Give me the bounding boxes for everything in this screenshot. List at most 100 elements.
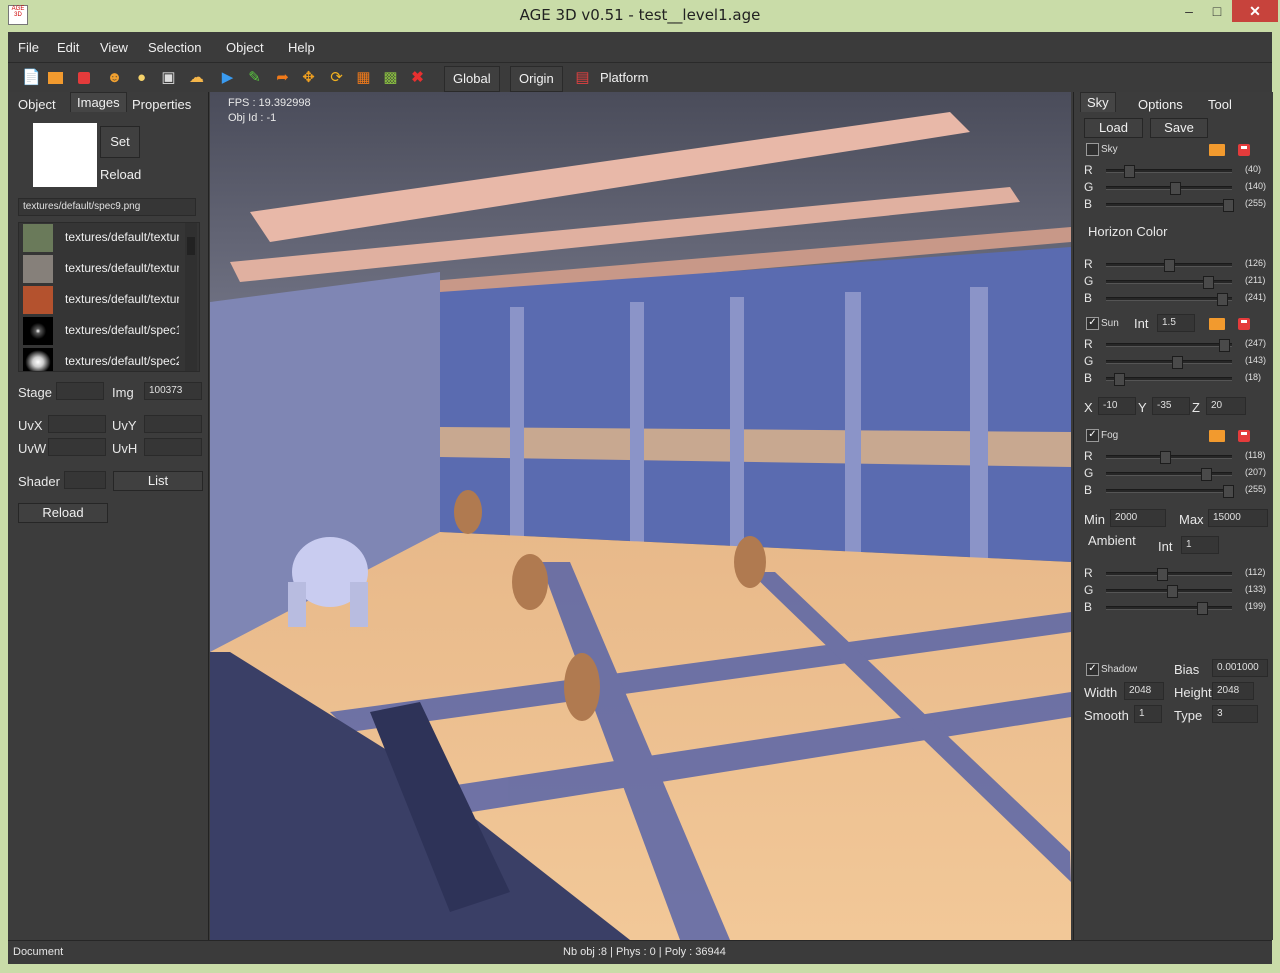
texture-list[interactable]: textures/default/texture_1 textures/defa… (18, 222, 200, 372)
bias-field[interactable]: 0.001000 (1212, 659, 1268, 677)
scale-icon[interactable]: ▦ (355, 69, 372, 86)
select-arrow-icon[interactable]: ➦ (274, 69, 291, 86)
horizon-r-slider[interactable] (1106, 259, 1232, 272)
sun-r-slider[interactable] (1106, 339, 1232, 352)
ambient-b-slider[interactable] (1106, 602, 1232, 615)
tab-tool[interactable]: Tool (1202, 95, 1238, 114)
play-icon[interactable]: ▶ (219, 69, 236, 86)
fog-b-slider[interactable] (1106, 485, 1234, 498)
goblin-character[interactable] (512, 554, 548, 610)
goblin-character[interactable] (734, 536, 766, 588)
slider-handle[interactable] (1167, 585, 1178, 598)
slider-handle[interactable] (1157, 568, 1168, 581)
slider-handle[interactable] (1203, 276, 1214, 289)
tab-sky[interactable]: Sky (1080, 92, 1116, 112)
uvy-field[interactable] (144, 415, 202, 433)
sun-save-icon[interactable] (1238, 318, 1250, 330)
menu-object[interactable]: Object (226, 40, 264, 55)
save-icon[interactable] (75, 69, 92, 86)
save-button[interactable]: Save (1150, 118, 1208, 138)
list-item[interactable]: textures/default/texture_1 (19, 223, 179, 254)
sky-icon[interactable]: ☁ (188, 69, 205, 86)
sky-g-slider[interactable] (1106, 182, 1232, 195)
menu-view[interactable]: View (100, 40, 128, 55)
sky-r-slider[interactable] (1106, 165, 1232, 178)
ambient-r-slider[interactable] (1106, 568, 1232, 581)
tab-object[interactable]: Object (12, 95, 62, 114)
3d-viewport[interactable] (210, 92, 1071, 940)
reload-button[interactable]: Reload (18, 503, 108, 523)
scene-render[interactable] (210, 92, 1071, 940)
pos-z-field[interactable]: 20 (1206, 397, 1246, 415)
horizon-b-slider[interactable] (1106, 293, 1232, 306)
sun-checkbox[interactable]: ✓ (1086, 317, 1099, 330)
reload-image-button[interactable]: Reload (100, 166, 141, 186)
set-button[interactable]: Set (100, 126, 140, 158)
horizon-g-slider[interactable] (1106, 276, 1232, 289)
light-bulb-icon[interactable]: ● (133, 69, 150, 86)
uvh-field[interactable] (144, 438, 202, 456)
shadow-smooth-field[interactable]: 1 (1134, 705, 1162, 723)
slider-handle[interactable] (1114, 373, 1125, 386)
goblin-character[interactable] (454, 490, 482, 534)
ambient-intensity-field[interactable]: 1 (1181, 536, 1219, 554)
menu-file[interactable]: File (18, 40, 39, 55)
stage-field[interactable] (56, 382, 104, 400)
platform-button[interactable]: Platform (592, 66, 656, 90)
tab-options[interactable]: Options (1132, 95, 1189, 114)
rotate-icon[interactable]: ⟳ (328, 69, 345, 86)
slider-handle[interactable] (1164, 259, 1175, 272)
menu-edit[interactable]: Edit (57, 40, 79, 55)
pos-x-field[interactable]: -10 (1098, 397, 1136, 415)
sun-intensity-field[interactable]: 1.5 (1157, 314, 1195, 332)
ambient-g-slider[interactable] (1106, 585, 1232, 598)
list-scrollbar[interactable] (185, 223, 197, 371)
texture-path-field[interactable]: textures/default/spec9.png (18, 198, 196, 216)
list-item[interactable]: textures/default/spec2 (19, 347, 179, 371)
fog-save-icon[interactable] (1238, 430, 1250, 442)
shadow-checkbox[interactable]: ✓ (1086, 663, 1099, 676)
close-button[interactable]: ✕ (1232, 0, 1278, 22)
tab-properties[interactable]: Properties (126, 95, 197, 114)
maximize-button[interactable]: □ (1200, 0, 1234, 22)
platform-icon[interactable]: ▤ (574, 69, 591, 86)
shader-list-button[interactable]: List (113, 471, 203, 491)
fog-r-slider[interactable] (1106, 451, 1232, 464)
shadow-type-field[interactable]: 3 (1212, 705, 1258, 723)
uvx-field[interactable] (48, 415, 106, 433)
slider-handle[interactable] (1223, 199, 1234, 212)
global-button[interactable]: Global (444, 66, 500, 92)
pencil-icon[interactable]: ✎ (246, 69, 263, 86)
sun-folder-icon[interactable] (1209, 318, 1225, 330)
list-item[interactable]: textures/default/texture_2 (19, 254, 179, 285)
uvw-field[interactable] (48, 438, 106, 456)
new-file-icon[interactable]: 📄 (22, 69, 41, 86)
load-button[interactable]: Load (1084, 118, 1143, 138)
shadow-width-field[interactable]: 2048 (1124, 682, 1164, 700)
origin-button[interactable]: Origin (510, 66, 563, 92)
slider-handle[interactable] (1217, 293, 1228, 306)
pos-y-field[interactable]: -35 (1152, 397, 1190, 415)
fog-folder-icon[interactable] (1209, 430, 1225, 442)
delete-icon[interactable]: ✖ (409, 69, 426, 86)
menu-selection[interactable]: Selection (148, 40, 201, 55)
sky-checkbox[interactable] (1086, 143, 1099, 156)
image-icon[interactable]: ▩ (382, 69, 399, 86)
slider-handle[interactable] (1223, 485, 1234, 498)
slider-handle[interactable] (1201, 468, 1212, 481)
sun-b-slider[interactable] (1106, 373, 1232, 386)
camera-icon[interactable]: ▣ (160, 69, 177, 86)
sun-g-slider[interactable] (1106, 356, 1232, 369)
sky-save-icon[interactable] (1238, 144, 1250, 156)
slider-handle[interactable] (1172, 356, 1183, 369)
scrollbar-thumb[interactable] (187, 237, 195, 255)
fog-checkbox[interactable]: ✓ (1086, 429, 1099, 442)
menu-help[interactable]: Help (288, 40, 315, 55)
slider-handle[interactable] (1197, 602, 1208, 615)
character-icon[interactable]: ☻ (106, 69, 123, 86)
sky-b-slider[interactable] (1106, 199, 1234, 212)
slider-handle[interactable] (1170, 182, 1181, 195)
fog-min-field[interactable]: 2000 (1110, 509, 1166, 527)
tab-images[interactable]: Images (70, 92, 127, 112)
list-item[interactable]: textures/default/texture_3 (19, 285, 179, 316)
